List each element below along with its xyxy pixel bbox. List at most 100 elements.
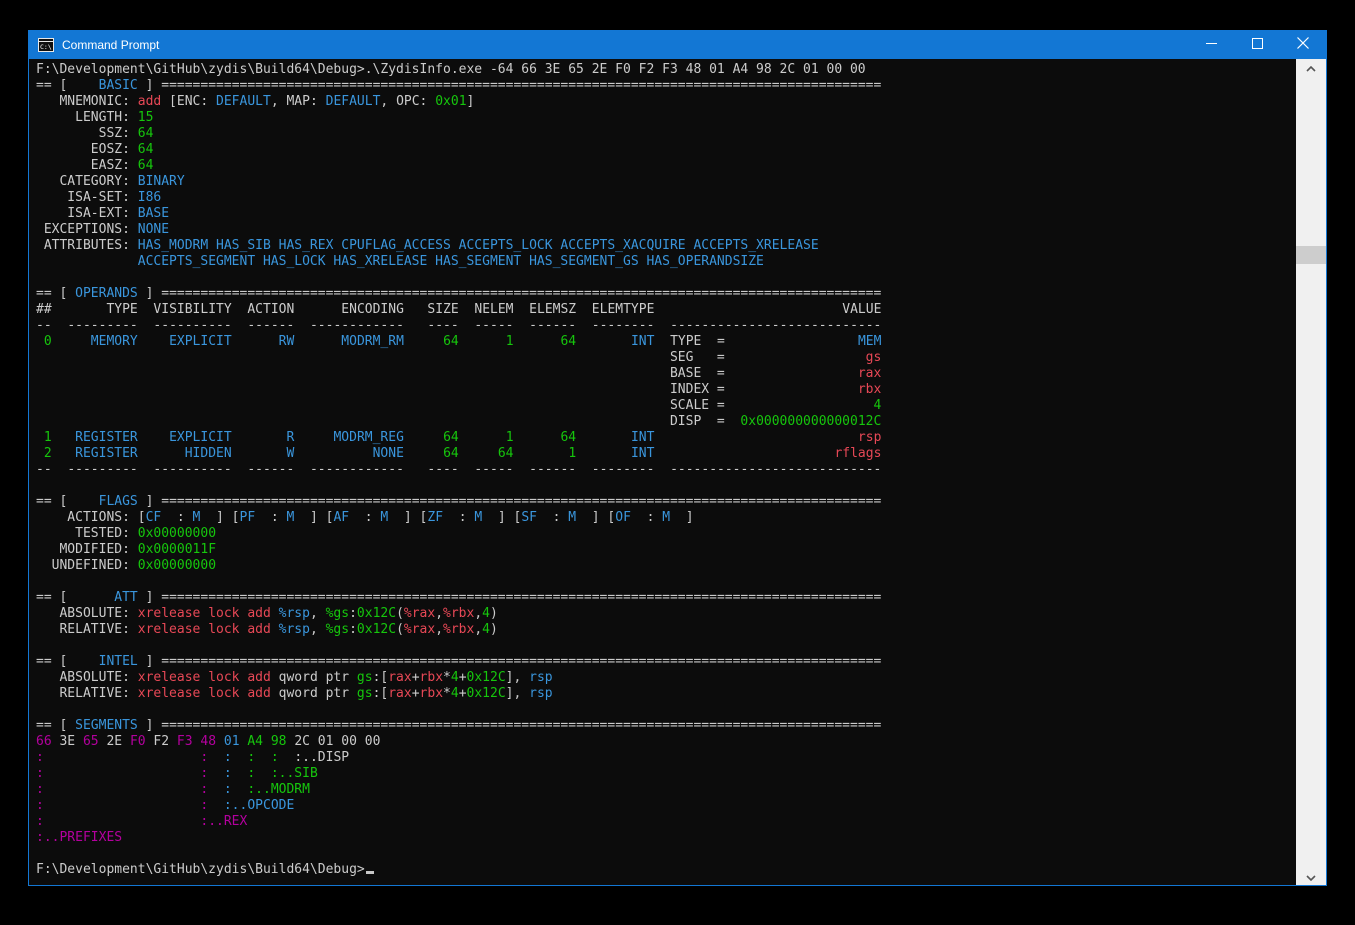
text-span: :..DISP (294, 750, 349, 765)
text-span: + (412, 686, 420, 701)
terminal-line: F:\Development\GitHub\zydis\Build64\Debu… (36, 62, 1296, 78)
text-span: ) (490, 606, 498, 621)
terminal-line: EOSZ: 64 (36, 142, 1296, 158)
chevron-up-icon (1306, 59, 1316, 77)
text-span: : (161, 510, 192, 525)
text-span: qword ptr (279, 686, 357, 701)
text-span: TESTED: (36, 526, 138, 541)
text-span: [ENC: (161, 94, 216, 109)
text-span (459, 446, 498, 461)
text-span: NELEM (474, 302, 513, 317)
text-span: : (349, 622, 357, 637)
section-header-line: == [ ATT ] =============================… (36, 590, 1296, 606)
text-span: M (474, 510, 482, 525)
console-output[interactable]: F:\Development\GitHub\zydis\Build64\Debu… (29, 59, 1296, 885)
terminal-line: -- --------- ---------- ------ ---------… (36, 318, 1296, 334)
scroll-down-button[interactable] (1296, 868, 1326, 885)
text-span (576, 462, 592, 477)
text-span: --------- (67, 318, 137, 333)
text-span: EXPLICIT (169, 430, 232, 445)
vertical-scrollbar[interactable] (1296, 59, 1326, 885)
text-span: EXPLICIT (169, 334, 232, 349)
text-span: EXCEPTIONS: (36, 222, 138, 237)
text-span: ------ (529, 318, 576, 333)
chevron-down-icon (1306, 868, 1316, 886)
text-span: RELATIVE: (36, 622, 138, 637)
text-span: 0x12C (357, 606, 396, 621)
text-span: VALUE (842, 302, 881, 317)
text-span: rax (388, 686, 411, 701)
text-span: ELEMTYPE (592, 302, 655, 317)
text-span: A4 (247, 734, 263, 749)
text-span: ========================================… (161, 286, 881, 301)
text-span: ( (396, 606, 404, 621)
minimize-button[interactable] (1188, 31, 1234, 59)
maximize-button[interactable] (1234, 31, 1280, 59)
terminal-line: ATTRIBUTES: HAS_MODRM HAS_SIB HAS_REX CP… (36, 238, 1296, 254)
terminal-line: RELATIVE: xrelease lock add %rsp, %gs:0x… (36, 622, 1296, 638)
scroll-up-button[interactable] (1296, 59, 1326, 76)
text-span: --------------------------- (670, 318, 881, 333)
text-span: ABSOLUTE: (36, 670, 138, 685)
text-span: : (271, 750, 279, 765)
text-span (232, 302, 248, 317)
text-span: %gs (326, 606, 349, 621)
text-span: SEG = (670, 350, 725, 365)
text-cursor (366, 871, 374, 874)
maximize-icon (1252, 36, 1263, 54)
text-span (294, 302, 341, 317)
text-span: * (443, 670, 451, 685)
text-span (725, 334, 858, 349)
text-span: 0x00000000 (138, 526, 216, 541)
text-span: ----- (474, 462, 513, 477)
window-title: Command Prompt (62, 38, 159, 52)
text-span: ========================================… (161, 494, 881, 509)
scrollbar-thumb[interactable] (1296, 246, 1326, 264)
text-span (459, 462, 475, 477)
terminal-line: ABSOLUTE: xrelease lock add qword ptr gs… (36, 670, 1296, 686)
terminal-line: DISP = 0x000000000000012C (36, 414, 1296, 430)
text-span (654, 334, 670, 349)
window-body: F:\Development\GitHub\zydis\Build64\Debu… (29, 59, 1326, 885)
title-bar[interactable]: C:\ Command Prompt (29, 31, 1326, 59)
text-span: : (247, 750, 255, 765)
text-span (654, 430, 858, 445)
text-span (208, 782, 224, 797)
text-span (263, 734, 271, 749)
text-span: ATT (75, 590, 138, 605)
text-span: 2 (36, 446, 52, 461)
text-span: BINARY (138, 174, 185, 189)
terminal-line: ## TYPE VISIBILITY ACTION ENCODING SIZE … (36, 302, 1296, 318)
text-span: 0x000000000000012C (740, 414, 881, 429)
text-span (232, 334, 279, 349)
terminal-line: TESTED: 0x00000000 (36, 526, 1296, 542)
terminal-line: MODIFIED: 0x0000011F (36, 542, 1296, 558)
text-span: : (36, 798, 44, 813)
text-span: 0x0000011F (138, 542, 216, 557)
text-span (232, 462, 248, 477)
text-span: ISA-EXT: (36, 206, 138, 221)
text-span: MEMORY (91, 334, 138, 349)
text-span: : (36, 814, 44, 829)
text-span: + (459, 670, 467, 685)
text-span (36, 254, 138, 269)
text-span (138, 334, 169, 349)
text-span: , (435, 622, 443, 637)
text-span: 0x12C (467, 670, 506, 685)
text-span (52, 430, 75, 445)
terminal-line: 1 REGISTER EXPLICIT R MODRM_REG 64 1 64 … (36, 430, 1296, 446)
text-span (138, 430, 169, 445)
text-span: CF (146, 510, 162, 525)
text-span: xrelease lock add (138, 606, 279, 621)
text-span: SIZE (427, 302, 458, 317)
text-span: REGISTER (75, 430, 138, 445)
text-span: INDEX = (670, 382, 725, 397)
text-span (232, 766, 248, 781)
text-span: %rsp (279, 606, 310, 621)
text-span (294, 334, 341, 349)
text-span: ------ (529, 462, 576, 477)
text-span: :..MODRM (247, 782, 310, 797)
close-button[interactable] (1280, 31, 1326, 59)
cmd-icon[interactable]: C:\ (38, 37, 54, 53)
text-span: 01 (224, 734, 240, 749)
